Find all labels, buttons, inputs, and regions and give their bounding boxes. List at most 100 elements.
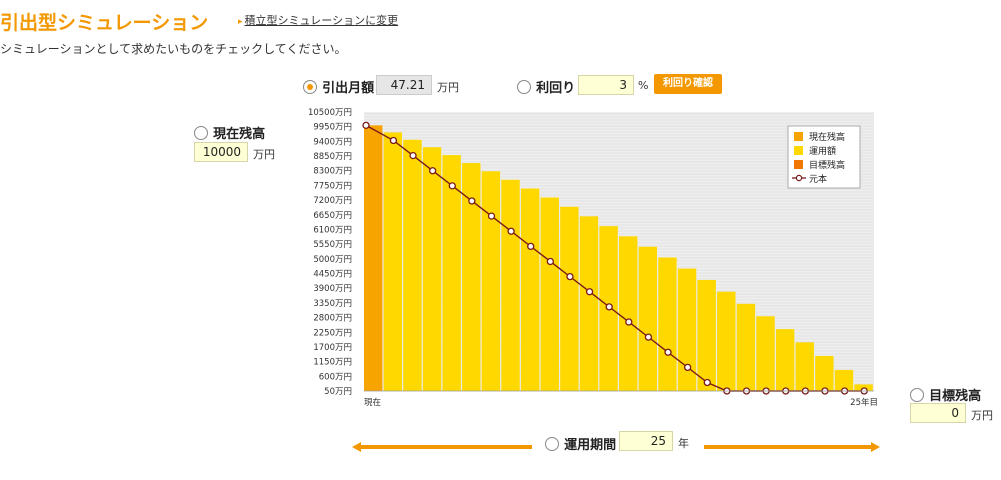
switch-link-label: 積立型シミュレーションに変更: [244, 14, 399, 27]
yield-input[interactable]: 3: [578, 75, 634, 95]
withdrawal-group: 引出月額: [303, 76, 374, 96]
principal-point: [605, 303, 613, 311]
principal-point: [644, 333, 653, 341]
instruction-text: シミュレーションとして求めたいものをチェックしてください。: [0, 42, 347, 56]
bar-running-balance: [756, 316, 775, 391]
current-balance-label: 現在残高: [213, 127, 266, 142]
bar-running-balance: [481, 171, 501, 391]
bar-running-balance: [717, 291, 736, 391]
principal-point: [585, 288, 594, 296]
principal-point: [703, 378, 711, 387]
y-tick-label: 6650万円: [313, 211, 352, 221]
x-start-label: 現在: [364, 397, 381, 408]
period-unit: 年: [678, 437, 689, 450]
y-tick-label: 9400万円: [313, 137, 352, 147]
period-arrow-left: [352, 437, 532, 452]
bar-running-balance: [619, 236, 638, 391]
y-tick-label: 6100万円: [313, 225, 352, 235]
principal-point: [664, 348, 672, 356]
legend-label: 現在残高: [809, 131, 845, 143]
yield-radio[interactable]: [517, 79, 531, 94]
yield-label: 利回り: [536, 81, 576, 96]
page-title: 引出型シミュレーション: [0, 12, 209, 34]
legend-label: 目標残高: [809, 159, 845, 171]
bar-running-balance: [403, 139, 422, 391]
principal-point: [409, 151, 417, 160]
yield-check-button[interactable]: 利回り確認: [654, 74, 722, 94]
current-balance-radio[interactable]: [194, 125, 208, 140]
bar-running-balance: [736, 303, 756, 391]
y-tick-label: 5000万円: [313, 255, 352, 265]
bar-running-balance: [658, 257, 677, 391]
principal-point: [507, 227, 515, 235]
arrow-right-icon: [704, 442, 880, 452]
current-balance-group: 現在残高: [194, 122, 265, 142]
y-tick-label: 8300万円: [313, 167, 352, 177]
target-balance-input[interactable]: 0: [910, 403, 966, 423]
period-label: 運用期間: [564, 438, 617, 453]
principal-point: [448, 182, 456, 190]
y-tick-label: 2800万円: [313, 314, 352, 324]
y-tick-label: 3350万円: [313, 299, 352, 309]
principal-point: [527, 242, 535, 251]
y-tick-label: 3900万円: [313, 284, 352, 294]
legend-swatch: [794, 146, 803, 155]
bar-running-balance: [775, 329, 795, 391]
target-balance-radio[interactable]: [910, 387, 924, 402]
withdrawal-input[interactable]: 47.21: [376, 75, 432, 95]
switch-to-accumulation-link[interactable]: ▸ 積立型シミュレーションに変更: [238, 12, 398, 28]
principal-point: [487, 212, 496, 220]
yield-unit: %: [638, 79, 649, 92]
target-balance-label: 目標残高: [929, 389, 982, 404]
withdrawal-radio[interactable]: [303, 79, 317, 94]
y-tick-label: 4450万円: [313, 270, 352, 280]
principal-point: [389, 136, 398, 145]
y-tick-label: 5550万円: [313, 240, 352, 250]
period-radio[interactable]: [545, 436, 559, 451]
legend-swatch: [794, 132, 803, 141]
arrow-right-icon: ▸: [238, 17, 243, 27]
y-tick-label: 9950万円: [313, 123, 352, 133]
principal-point: [625, 318, 633, 326]
period-input[interactable]: 25: [619, 431, 673, 451]
target-balance-group: 目標残高: [910, 384, 981, 404]
bar-running-balance: [638, 246, 658, 391]
legend-line-marker: [795, 174, 803, 182]
period-arrow-right: [704, 437, 880, 452]
legend-label: 元本: [809, 173, 827, 185]
principal-point: [566, 272, 574, 281]
current-balance-input[interactable]: 10000: [194, 142, 248, 162]
period-group: 運用期間: [545, 433, 616, 453]
x-end-label: 25年目: [850, 397, 878, 408]
yield-group: 利回り: [517, 76, 575, 96]
principal-point: [546, 257, 554, 266]
bar-running-balance: [579, 216, 599, 391]
y-tick-label: 7200万円: [313, 196, 352, 206]
y-tick-label: 8850万円: [313, 152, 352, 162]
y-tick-label: 600万円: [319, 372, 352, 382]
principal-point: [362, 121, 370, 129]
bar-current-balance: [364, 125, 383, 392]
arrow-left-icon: [352, 442, 532, 452]
y-tick-label: 10500万円: [308, 108, 352, 118]
y-tick-label: 50万円: [324, 387, 352, 397]
balance-chart: 10500万円 9950万円 9400万円 8850万円 8300万円 7750万円 720…: [308, 108, 878, 408]
y-tick-label: 2250万円: [313, 328, 352, 338]
bar-running-balance: [501, 179, 520, 391]
principal-point: [429, 167, 437, 175]
principal-point: [468, 197, 476, 205]
bar-running-balance: [383, 132, 403, 391]
legend-label: 運用額: [809, 145, 836, 157]
target-balance-unit: 万円: [971, 409, 993, 422]
bar-running-balance: [560, 206, 579, 391]
y-tick-label: 1150万円: [313, 358, 352, 368]
bar-running-balance: [520, 188, 540, 391]
bar-running-balance: [697, 279, 716, 391]
y-tick-label: 1700万円: [313, 343, 352, 353]
bar-running-balance: [795, 342, 814, 391]
withdrawal-label: 引出月額: [322, 81, 375, 96]
bar-running-balance: [815, 355, 834, 391]
bar-running-balance: [422, 147, 442, 391]
y-tick-label: 7750万円: [313, 181, 352, 191]
principal-point: [684, 363, 692, 372]
